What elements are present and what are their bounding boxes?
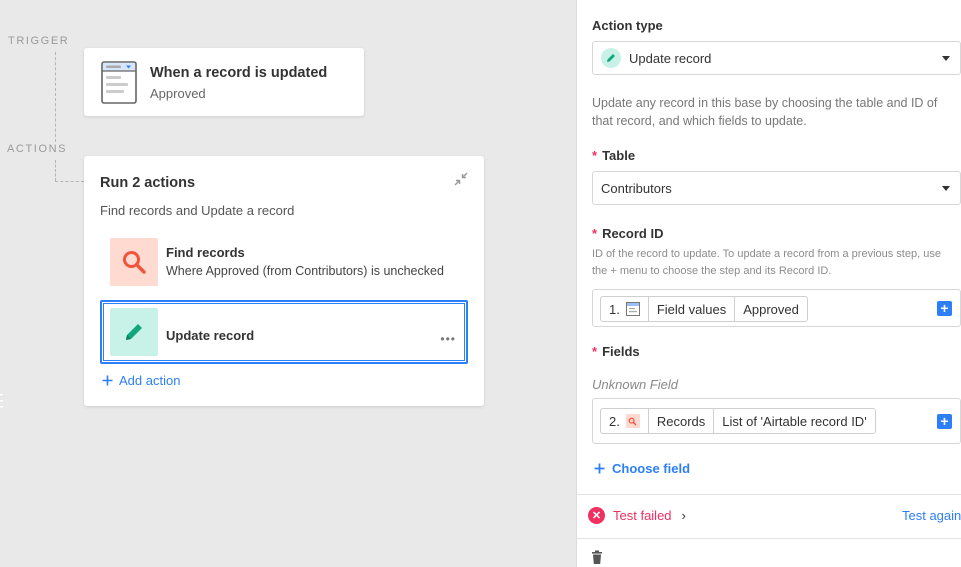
table-label: * Table bbox=[592, 148, 636, 163]
trigger-section-label: TRIGGER bbox=[8, 35, 70, 47]
action-description: Update any record in this base by choosi… bbox=[592, 96, 938, 128]
table-value: Contributors bbox=[601, 180, 672, 196]
token-step: 1. bbox=[601, 297, 649, 321]
add-action-label: Add action bbox=[119, 373, 181, 388]
insert-token-button[interactable]: + bbox=[937, 301, 952, 316]
token-part: Field values bbox=[649, 297, 736, 321]
token-part: List of 'Airtable record ID' bbox=[722, 413, 867, 429]
insert-token-button[interactable]: + bbox=[937, 414, 952, 429]
collapse-icon[interactable] bbox=[454, 172, 468, 186]
trash-icon[interactable] bbox=[590, 550, 604, 564]
connector-line bbox=[55, 52, 56, 142]
chevron-down-icon bbox=[942, 186, 950, 191]
unknown-field-token[interactable]: 2. Records List of 'Airtable record ID' bbox=[600, 408, 876, 434]
unknown-field-label: Unknown Field bbox=[592, 377, 678, 392]
action-type-select[interactable]: Update record bbox=[592, 41, 961, 75]
pencil-icon bbox=[126, 324, 142, 340]
record-id-label: * Record ID bbox=[592, 226, 664, 241]
trigger-subtitle: Approved bbox=[150, 86, 206, 101]
divider bbox=[577, 494, 961, 495]
table-form-icon bbox=[101, 61, 137, 104]
test-status[interactable]: ✕ Test failed › bbox=[588, 507, 686, 524]
table-form-icon bbox=[625, 302, 640, 316]
step-subtitle: Where Approved (from Contributors) is un… bbox=[166, 264, 444, 278]
add-action-button[interactable]: Add action bbox=[102, 373, 180, 388]
connector-line bbox=[55, 160, 56, 181]
action-type-label: Action type bbox=[592, 18, 663, 33]
search-icon bbox=[123, 251, 146, 274]
actions-group-card: Run 2 actions Find records and Update a … bbox=[84, 156, 484, 406]
choose-field-button[interactable]: Choose field bbox=[594, 461, 690, 476]
step-icon-box bbox=[110, 238, 158, 286]
trigger-title: When a record is updated bbox=[150, 65, 328, 81]
more-options-icon[interactable]: ••• bbox=[440, 332, 456, 346]
unknown-field-input[interactable]: 2. Records List of 'Airtable record ID' … bbox=[592, 398, 961, 444]
plus-icon bbox=[102, 375, 113, 386]
test-status-text: Test failed bbox=[613, 508, 672, 523]
divider bbox=[577, 538, 961, 539]
step-title: Update record bbox=[166, 328, 255, 343]
plus-icon bbox=[594, 463, 605, 474]
search-icon bbox=[625, 414, 640, 428]
step-icon-box bbox=[110, 308, 158, 356]
connector-line bbox=[55, 181, 84, 182]
pencil-icon bbox=[601, 48, 621, 68]
step-title: Find records bbox=[166, 245, 245, 260]
table-select[interactable]: Contributors bbox=[592, 171, 961, 205]
token-part: Approved bbox=[743, 301, 799, 317]
token-step: 2. bbox=[601, 409, 649, 433]
error-icon: ✕ bbox=[588, 507, 605, 524]
action-config-panel: Action type Update record Update any rec… bbox=[576, 0, 961, 567]
trigger-card[interactable]: When a record is updated Approved bbox=[84, 48, 364, 116]
record-id-help: ID of the record to update. To update a … bbox=[592, 248, 941, 277]
actions-group-title: Run 2 actions bbox=[100, 175, 196, 191]
chevron-down-icon bbox=[942, 56, 950, 61]
record-id-input[interactable]: 1. Field values Approved + bbox=[592, 289, 961, 327]
step-update-record[interactable]: Update record ••• bbox=[100, 300, 468, 364]
test-again-button[interactable]: Test again bbox=[902, 508, 961, 523]
step-find-records[interactable]: Find records Where Approved (from Contri… bbox=[100, 234, 468, 298]
workflow-canvas: TRIGGER ACTIONS When a record is updated… bbox=[0, 0, 576, 567]
actions-group-subtitle: Find records and Update a record bbox=[100, 203, 295, 218]
record-id-token[interactable]: 1. Field values Approved bbox=[600, 296, 808, 322]
actions-section-label: ACTIONS bbox=[7, 143, 68, 155]
drag-handle-icon[interactable] bbox=[0, 393, 3, 409]
chevron-right-icon: › bbox=[681, 508, 686, 523]
fields-label: * Fields bbox=[592, 344, 640, 359]
choose-field-label: Choose field bbox=[612, 461, 691, 476]
action-type-value: Update record bbox=[629, 50, 712, 66]
token-part: Records bbox=[649, 409, 715, 433]
